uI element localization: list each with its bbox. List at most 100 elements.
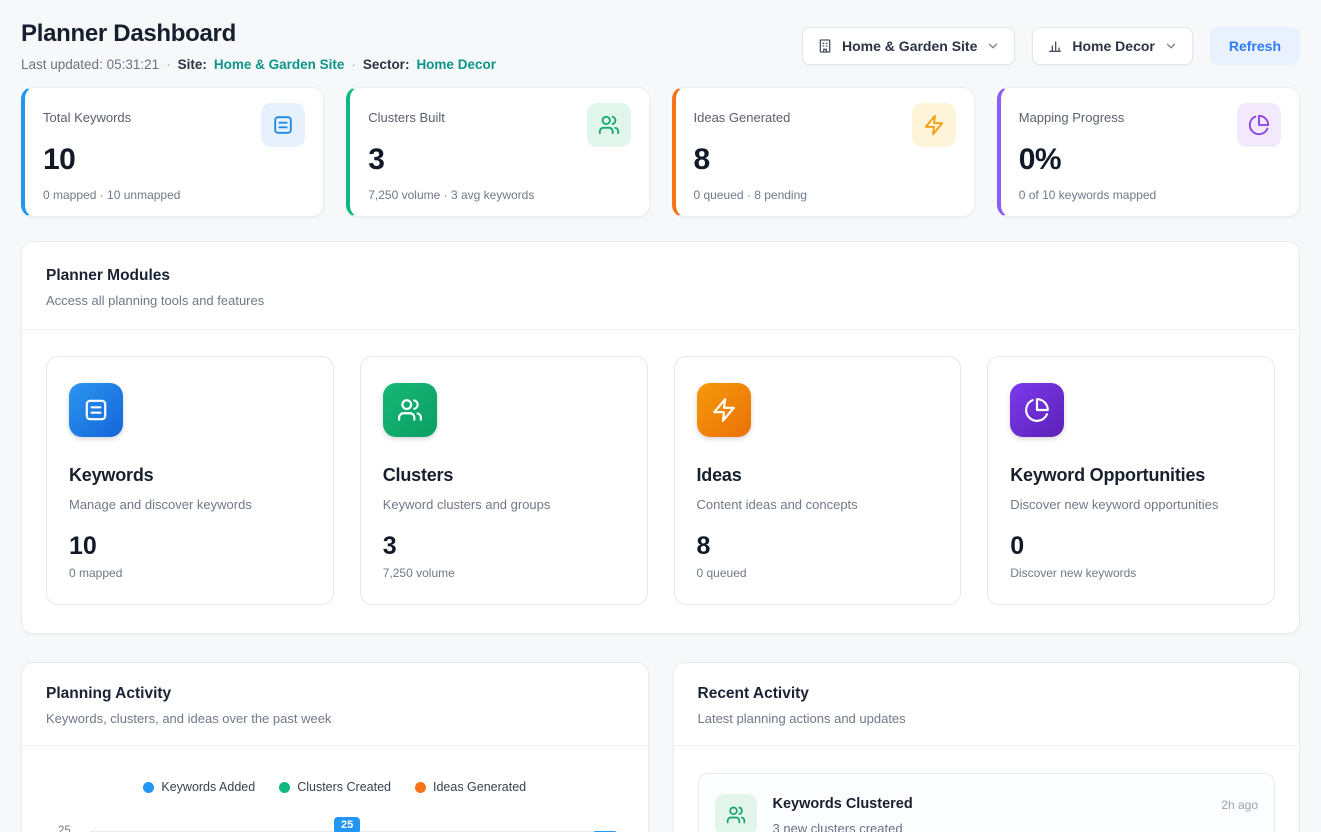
- stat-subtext: 0 of 10 keywords mapped: [1019, 188, 1281, 202]
- sector-selector-label: Home Decor: [1072, 38, 1154, 54]
- site-selector-dropdown[interactable]: Home & Garden Site: [802, 27, 1015, 65]
- legend-dot-icon: [415, 782, 426, 793]
- module-card-keyword-opportunities[interactable]: Keyword Opportunities Discover new keywo…: [987, 356, 1275, 605]
- sector-label: Sector:: [363, 57, 410, 72]
- planner-dashboard-page: Planner Dashboard Last updated: 05:31:21…: [0, 0, 1321, 832]
- planning-activity-title: Planning Activity: [46, 685, 624, 703]
- modules-row: Keywords Manage and discover keywords 10…: [22, 330, 1299, 633]
- header-actions: Home & Garden Site Home Decor Refresh: [802, 27, 1300, 65]
- module-title: Keyword Opportunities: [1010, 465, 1252, 486]
- stat-subtext: 0 queued · 8 pending: [694, 188, 956, 202]
- planner-modules-header: Planner Modules Access all planning tool…: [22, 242, 1299, 329]
- stat-card-ideas-generated: Ideas Generated 8 0 queued · 8 pending: [672, 87, 975, 217]
- module-value: 3: [383, 532, 625, 561]
- planning-activity-subtitle: Keywords, clusters, and ideas over the p…: [46, 711, 624, 726]
- site-link[interactable]: Home & Garden Site: [214, 57, 345, 72]
- site-selector-label: Home & Garden Site: [842, 38, 977, 54]
- stats-row: Total Keywords 10 0 mapped · 10 unmapped…: [21, 87, 1300, 217]
- planning-activity-chart: 25 25 24: [46, 810, 624, 832]
- users-icon: [587, 103, 631, 147]
- recent-activity-body: Keywords Clustered 3 new clusters create…: [674, 746, 1300, 832]
- activity-list-item: Keywords Clustered 3 new clusters create…: [698, 773, 1276, 832]
- module-value: 10: [69, 532, 311, 561]
- stat-value: 8: [694, 143, 956, 177]
- pie-chart-icon: [1010, 383, 1064, 437]
- planner-modules-subtitle: Access all planning tools and features: [46, 293, 1275, 308]
- bottom-row: Planning Activity Keywords, clusters, an…: [21, 662, 1300, 832]
- legend-dot-icon: [143, 782, 154, 793]
- activity-item-description: 3 new clusters created: [773, 821, 913, 832]
- recent-activity-title: Recent Activity: [698, 685, 1276, 703]
- users-icon: [715, 794, 757, 832]
- planner-modules-title: Planner Modules: [46, 267, 1275, 285]
- planning-activity-card: Planning Activity Keywords, clusters, an…: [21, 662, 649, 832]
- stat-card-mapping-progress: Mapping Progress 0% 0 of 10 keywords map…: [997, 87, 1300, 217]
- site-label: Site:: [178, 57, 207, 72]
- module-subtext: 7,250 volume: [383, 566, 625, 580]
- stat-card-total-keywords: Total Keywords 10 0 mapped · 10 unmapped: [21, 87, 324, 217]
- module-subtext: Discover new keywords: [1010, 566, 1252, 580]
- users-icon: [383, 383, 437, 437]
- module-title: Clusters: [383, 465, 625, 486]
- module-card-keywords[interactable]: Keywords Manage and discover keywords 10…: [46, 356, 334, 605]
- module-card-clusters[interactable]: Clusters Keyword clusters and groups 3 7…: [360, 356, 648, 605]
- module-subtext: 0 queued: [697, 566, 939, 580]
- stat-label: Mapping Progress: [1019, 103, 1125, 125]
- activity-item-timestamp: 2h ago: [1221, 798, 1258, 812]
- module-value: 8: [697, 532, 939, 561]
- activity-item-title: Keywords Clustered: [773, 796, 913, 812]
- module-description: Content ideas and concepts: [697, 497, 939, 512]
- sector-selector-dropdown[interactable]: Home Decor: [1032, 27, 1192, 65]
- chevron-down-icon: [986, 39, 1000, 53]
- planning-activity-body: Keywords Added Clusters Created Ideas Ge…: [22, 746, 648, 832]
- recent-activity-subtitle: Latest planning actions and updates: [698, 711, 1276, 726]
- bolt-icon: [912, 103, 956, 147]
- legend-label: Keywords Added: [161, 780, 255, 794]
- planner-modules-panel: Planner Modules Access all planning tool…: [21, 241, 1300, 634]
- data-point-label: 25: [334, 817, 360, 832]
- module-subtext: 0 mapped: [69, 566, 311, 580]
- refresh-button[interactable]: Refresh: [1210, 27, 1300, 65]
- module-description: Manage and discover keywords: [69, 497, 311, 512]
- activity-item-text: Keywords Clustered 3 new clusters create…: [773, 794, 913, 832]
- stat-card-clusters-built: Clusters Built 3 7,250 volume · 3 avg ke…: [346, 87, 649, 217]
- page-meta: Last updated: 05:31:21 · Site: Home & Ga…: [21, 57, 496, 72]
- legend-item-ideas-generated: Ideas Generated: [415, 780, 526, 794]
- y-axis-tick: 25: [58, 825, 71, 832]
- legend-item-clusters-created: Clusters Created: [279, 780, 391, 794]
- stat-label: Ideas Generated: [694, 103, 791, 125]
- pie-chart-icon: [1237, 103, 1281, 147]
- document-icon: [69, 383, 123, 437]
- legend-dot-icon: [279, 782, 290, 793]
- stat-label: Total Keywords: [43, 103, 131, 125]
- bar-chart-icon: [1047, 38, 1063, 54]
- building-icon: [817, 38, 833, 54]
- legend-item-keywords-added: Keywords Added: [143, 780, 255, 794]
- stat-value: 0%: [1019, 143, 1281, 177]
- header-left: Planner Dashboard Last updated: 05:31:21…: [21, 20, 496, 72]
- module-value: 0: [1010, 532, 1252, 561]
- module-title: Keywords: [69, 465, 311, 486]
- module-description: Keyword clusters and groups: [383, 497, 625, 512]
- planning-activity-header: Planning Activity Keywords, clusters, an…: [22, 663, 648, 746]
- recent-activity-card: Recent Activity Latest planning actions …: [673, 662, 1301, 832]
- bolt-icon: [697, 383, 751, 437]
- stat-subtext: 7,250 volume · 3 avg keywords: [368, 188, 630, 202]
- page-title: Planner Dashboard: [21, 20, 496, 48]
- recent-activity-header: Recent Activity Latest planning actions …: [674, 663, 1300, 746]
- stat-subtext: 0 mapped · 10 unmapped: [43, 188, 305, 202]
- sector-link[interactable]: Home Decor: [416, 57, 496, 72]
- document-icon: [261, 103, 305, 147]
- page-header: Planner Dashboard Last updated: 05:31:21…: [21, 20, 1300, 72]
- meta-separator: ·: [351, 57, 356, 72]
- module-description: Discover new keyword opportunities: [1010, 497, 1252, 512]
- last-updated-text: Last updated: 05:31:21: [21, 57, 159, 72]
- stat-value: 10: [43, 143, 305, 177]
- stat-value: 3: [368, 143, 630, 177]
- legend-label: Clusters Created: [297, 780, 391, 794]
- chevron-down-icon: [1164, 39, 1178, 53]
- module-title: Ideas: [697, 465, 939, 486]
- stat-label: Clusters Built: [368, 103, 445, 125]
- module-card-ideas[interactable]: Ideas Content ideas and concepts 8 0 que…: [674, 356, 962, 605]
- meta-separator: ·: [166, 57, 171, 72]
